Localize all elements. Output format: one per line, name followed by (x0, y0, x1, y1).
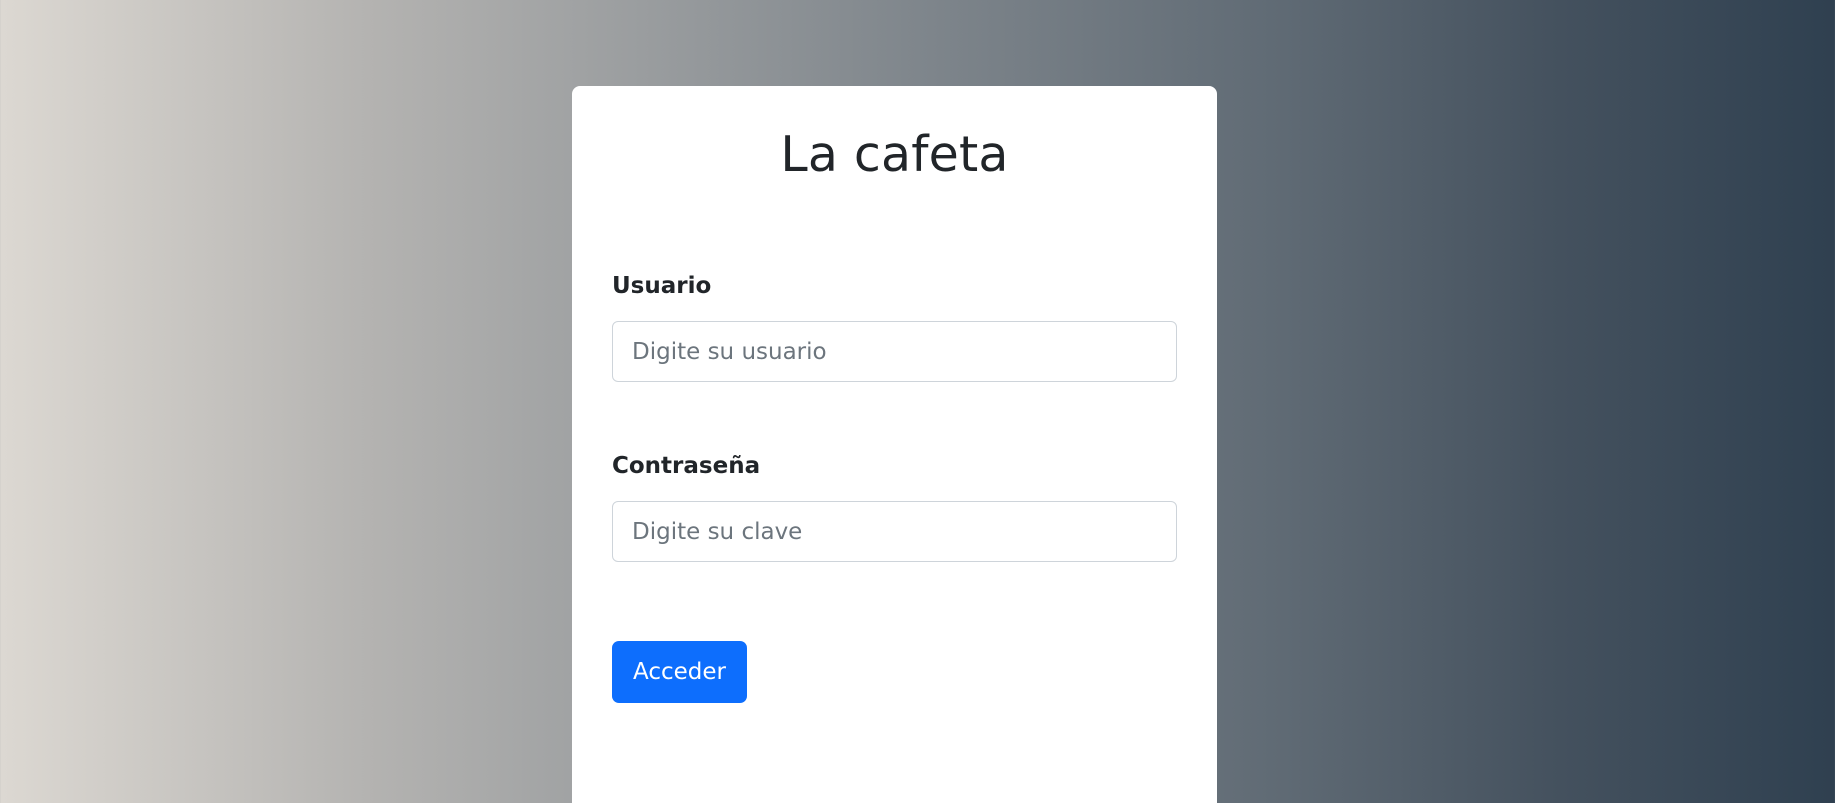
username-label: Usuario (612, 273, 712, 299)
login-card: La cafeta Usuario Contraseña Acceder (572, 86, 1217, 803)
password-input[interactable] (612, 501, 1177, 562)
submit-button[interactable]: Acceder (612, 641, 747, 703)
page-title: La cafeta (780, 126, 1009, 183)
username-input[interactable] (612, 321, 1177, 382)
password-label: Contraseña (612, 453, 761, 479)
